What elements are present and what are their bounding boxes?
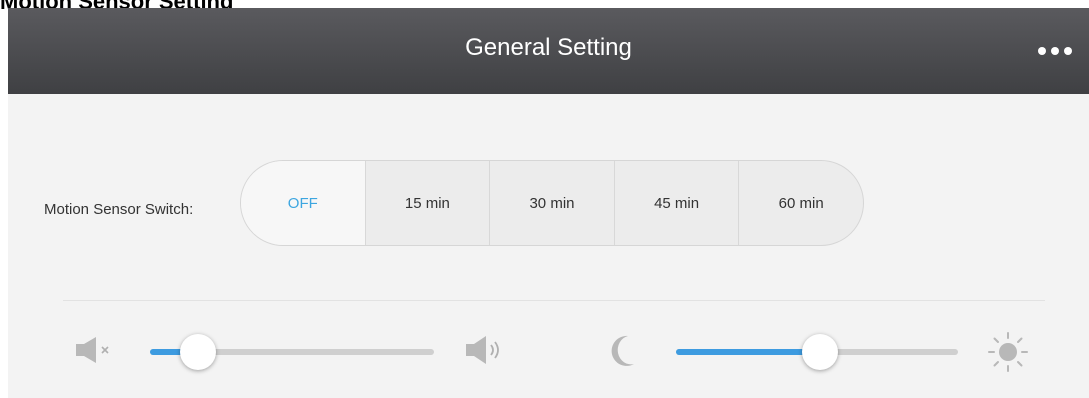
motion-option-15-min[interactable]: 15 min [364, 161, 490, 245]
motion-sensor-label: Motion Sensor Switch: [44, 201, 194, 218]
moon-icon [611, 335, 634, 366]
sun-icon [988, 332, 1028, 372]
more-dots-icon[interactable] [1027, 40, 1083, 62]
motion-option-45-min[interactable]: 45 min [613, 161, 739, 245]
settings-panel: General Setting Motion Sensor Switch: OF… [8, 8, 1089, 398]
motion-option-60-min[interactable]: 60 min [738, 161, 863, 245]
brightness-slider-fill [676, 349, 820, 355]
brightness-slider[interactable] [676, 334, 958, 370]
speaker-loud-icon [466, 336, 499, 364]
motion-option-off[interactable]: OFF [241, 161, 365, 245]
brightness-slider-thumb[interactable] [801, 334, 838, 370]
volume-slider[interactable] [150, 334, 434, 370]
page-title: General Setting [465, 34, 632, 61]
divider [63, 300, 1045, 301]
motion-option-30-min[interactable]: 30 min [489, 161, 614, 245]
motion-sensor-switch: OFF 15 min 30 min 45 min 60 min [240, 160, 864, 246]
mute-speaker-icon [76, 337, 109, 363]
title-bar: General Setting [8, 8, 1089, 94]
volume-slider-thumb[interactable] [180, 334, 217, 370]
